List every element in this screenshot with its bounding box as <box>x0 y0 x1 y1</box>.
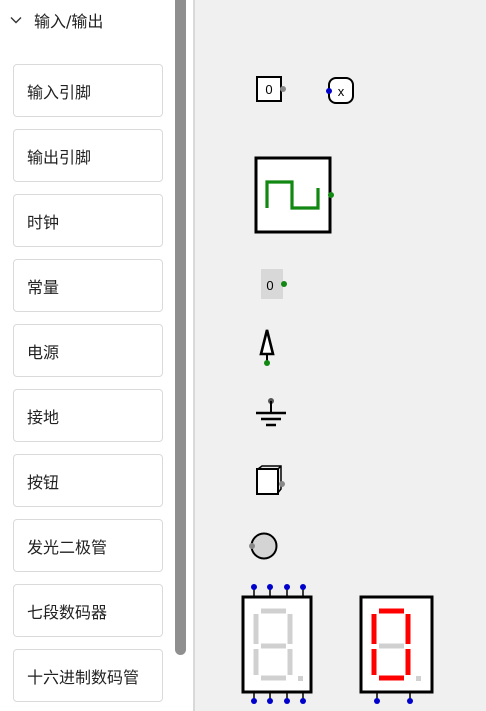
component-item-label: 发光二极管 <box>27 537 108 557</box>
ground-icon[interactable] <box>253 395 291 431</box>
component-item-label: 接地 <box>27 407 60 427</box>
button-symbol[interactable] <box>253 464 289 502</box>
power-icon[interactable] <box>255 326 281 370</box>
component-item-label: 七段数码器 <box>27 602 108 622</box>
hex-digit-display-symbol[interactable] <box>358 582 438 711</box>
component-item-ground[interactable]: 接地 <box>13 389 163 442</box>
component-item-power[interactable]: 电源 <box>13 324 163 377</box>
component-item-seven-segment[interactable]: 七段数码器 <box>13 584 163 637</box>
output-pin-symbol[interactable]: x <box>323 75 359 107</box>
section-header-io[interactable]: 输入/输出 <box>0 0 172 40</box>
input-pin-symbol[interactable]: 0 <box>254 75 288 105</box>
constant-symbol[interactable]: 0 <box>259 267 293 301</box>
component-item-label: 输出引脚 <box>27 147 92 167</box>
constant-value: 0 <box>266 278 273 293</box>
component-item-label: 时钟 <box>27 212 60 232</box>
clock-symbol[interactable] <box>254 155 338 237</box>
component-item-constant[interactable]: 常量 <box>13 259 163 312</box>
panel-gap <box>186 0 193 711</box>
component-item-button[interactable]: 按钮 <box>13 454 163 507</box>
component-item-label: 输入引脚 <box>27 82 92 102</box>
component-item-label: 按钮 <box>27 472 60 492</box>
component-item-input-pin[interactable]: 输入引脚 <box>13 64 163 117</box>
component-item-label: 电源 <box>27 342 60 362</box>
component-item-label: 常量 <box>27 277 60 297</box>
component-library-view: 输入/输出 输入引脚 输出引脚 时钟 常量 电源 接地 按钮 发光二极管 七段数… <box>0 0 486 711</box>
led-symbol[interactable] <box>248 530 282 564</box>
component-explorer: 输入/输出 输入引脚 输出引脚 时钟 常量 电源 接地 按钮 发光二极管 七段数… <box>0 0 172 711</box>
component-item-led[interactable]: 发光二极管 <box>13 519 163 572</box>
component-item-hex-display[interactable]: 十六进制数码管 <box>13 649 163 702</box>
chevron-down-icon[interactable] <box>9 13 23 27</box>
component-item-label: 十六进制数码管 <box>27 667 140 687</box>
output-pin-value: x <box>338 84 345 99</box>
component-item-clock[interactable]: 时钟 <box>13 194 163 247</box>
explorer-scrollbar[interactable] <box>175 0 186 655</box>
component-preview-canvas: 0 x 0 <box>195 0 486 711</box>
seven-segment-display-symbol[interactable] <box>240 582 320 711</box>
section-title: 输入/输出 <box>34 12 104 31</box>
input-pin-value: 0 <box>265 82 272 97</box>
component-item-output-pin[interactable]: 输出引脚 <box>13 129 163 182</box>
